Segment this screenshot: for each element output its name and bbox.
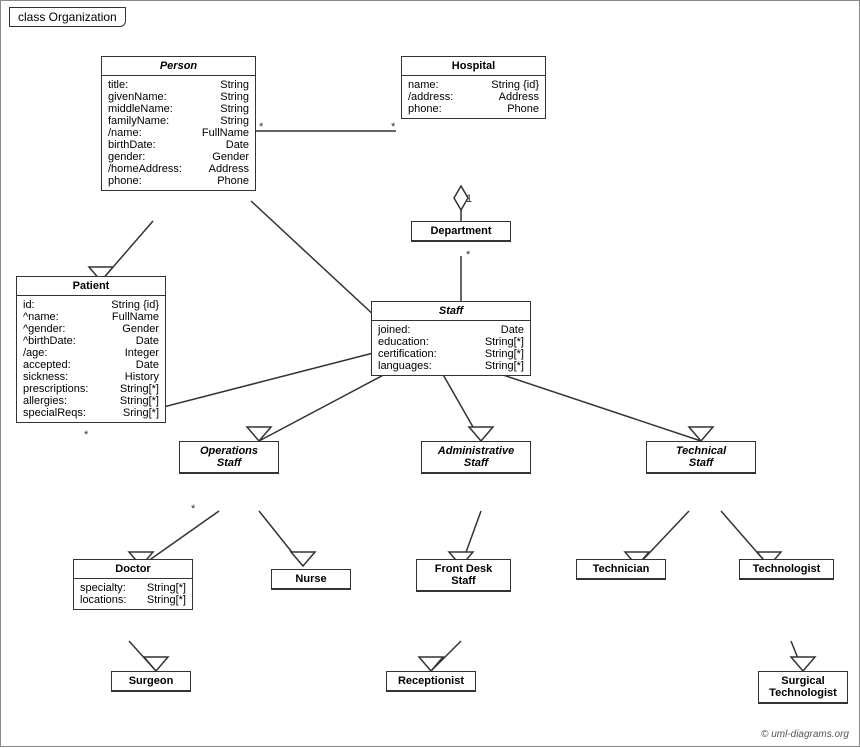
doctor-attrs: specialty:String[*] locations:String[*] xyxy=(74,579,192,609)
surgical-technologist-class: SurgicalTechnologist xyxy=(758,671,848,704)
staff-header: Staff xyxy=(372,302,530,321)
technician-class: Technician xyxy=(576,559,666,580)
surgeon-header: Surgeon xyxy=(112,672,190,691)
mult-dept-star: * xyxy=(466,249,470,261)
hospital-class: Hospital name:String {id} /address:Addre… xyxy=(401,56,546,119)
doctor-class: Doctor specialty:String[*] locations:Str… xyxy=(73,559,193,610)
operations-staff-header: OperationsStaff xyxy=(180,442,278,473)
person-header: Person xyxy=(102,57,255,76)
technical-staff-class: TechnicalStaff xyxy=(646,441,756,474)
front-desk-staff-header: Front DeskStaff xyxy=(417,560,510,591)
technician-header: Technician xyxy=(577,560,665,579)
hospital-header: Hospital xyxy=(402,57,545,76)
technologist-class: Technologist xyxy=(739,559,834,580)
receptionist-header: Receptionist xyxy=(387,672,475,691)
person-attrs: title:String givenName:String middleName… xyxy=(102,76,255,190)
technologist-header: Technologist xyxy=(740,560,833,579)
staff-class: Staff joined:Date education:String[*] ce… xyxy=(371,301,531,376)
department-header: Department xyxy=(412,222,510,241)
technical-staff-header: TechnicalStaff xyxy=(647,442,755,473)
mult-hospital-dept-1: 1 xyxy=(466,193,472,205)
copyright: © uml-diagrams.org xyxy=(761,729,849,740)
department-class: Department xyxy=(411,221,511,242)
diagram-container: class Organization xyxy=(0,0,860,747)
surgical-technologist-header: SurgicalTechnologist xyxy=(759,672,847,703)
patient-header: Patient xyxy=(17,277,165,296)
patient-class: Patient id:String {id} ^name:FullName ^g… xyxy=(16,276,166,423)
mult-person-hospital-star: * xyxy=(259,121,263,133)
nurse-header: Nurse xyxy=(272,570,350,589)
surgeon-class: Surgeon xyxy=(111,671,191,692)
receptionist-class: Receptionist xyxy=(386,671,476,692)
mult-hospital-person-star: * xyxy=(391,121,395,133)
doctor-header: Doctor xyxy=(74,560,192,579)
front-desk-staff-class: Front DeskStaff xyxy=(416,559,511,592)
hospital-attrs: name:String {id} /address:Address phone:… xyxy=(402,76,545,118)
person-class: Person title:String givenName:String mid… xyxy=(101,56,256,191)
operations-staff-class: OperationsStaff xyxy=(179,441,279,474)
nurse-class: Nurse xyxy=(271,569,351,590)
administrative-staff-class: AdministrativeStaff xyxy=(421,441,531,474)
diagram-title: class Organization xyxy=(9,7,126,27)
staff-attrs: joined:Date education:String[*] certific… xyxy=(372,321,530,375)
mult-ops-star: * xyxy=(191,503,195,515)
administrative-staff-header: AdministrativeStaff xyxy=(422,442,530,473)
mult-patient-star: * xyxy=(84,429,88,441)
patient-attrs: id:String {id} ^name:FullName ^gender:Ge… xyxy=(17,296,165,422)
